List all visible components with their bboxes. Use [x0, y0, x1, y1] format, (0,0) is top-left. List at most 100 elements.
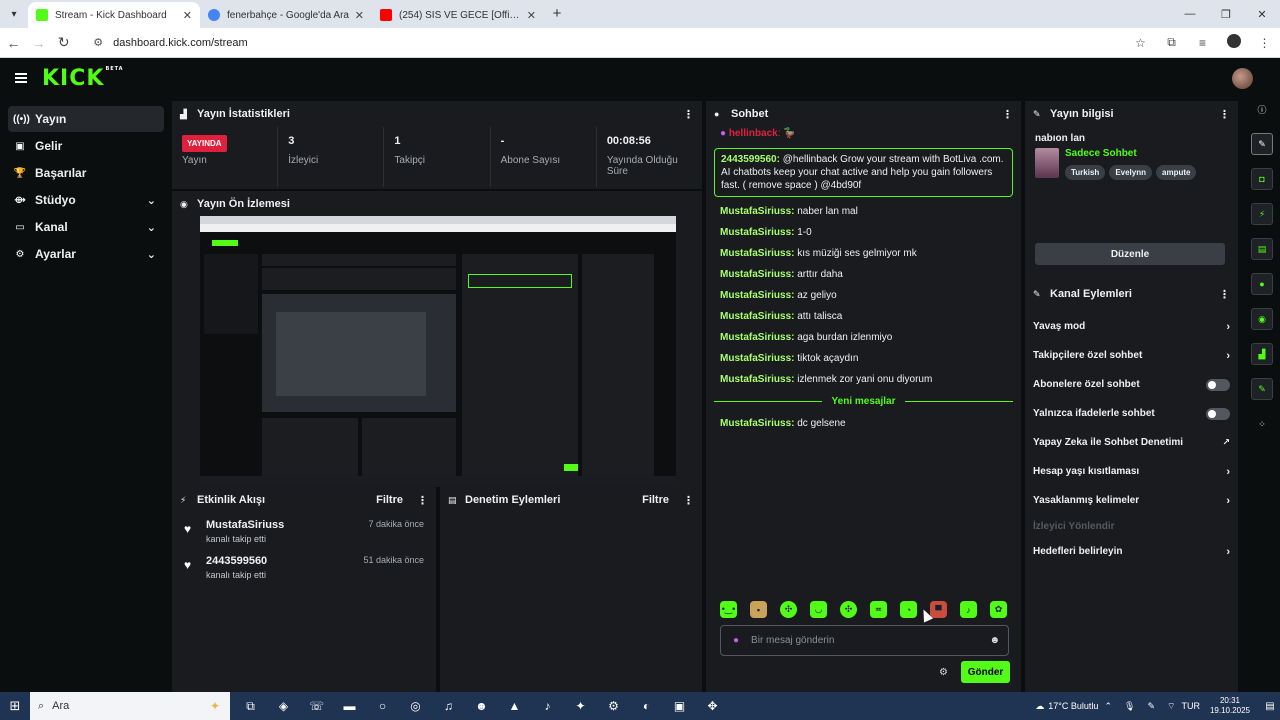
- kebab-menu-icon[interactable]: ⋮: [683, 108, 694, 121]
- browser-tab-kick[interactable]: Stream - Kick Dashboard ✕: [28, 2, 200, 28]
- file-explorer-icon[interactable]: ▬: [333, 699, 366, 714]
- preview-toggle-icon[interactable]: ◘: [1251, 168, 1273, 190]
- browser-menu-icon[interactable]: ⋮: [1249, 36, 1280, 50]
- sidebar-item-studyo[interactable]: ⟴ Stüdyo ⌄: [8, 187, 164, 213]
- followers-only-item[interactable]: Takipçilere özel sohbet ›: [1025, 341, 1238, 370]
- browser-tab-google[interactable]: fenerbahçe - Google'da Ara ✕: [200, 2, 372, 28]
- account-age-item[interactable]: Hesap yaşı kısıtlaması ›: [1025, 457, 1238, 486]
- forward-icon[interactable]: →: [27, 35, 50, 51]
- restore-icon[interactable]: ❐: [1208, 8, 1244, 21]
- emote-icon[interactable]: ✣: [840, 601, 857, 618]
- new-messages-divider[interactable]: Yeni mesajlar: [714, 396, 1013, 407]
- broadcast-toggle-icon[interactable]: ◉: [1251, 308, 1273, 330]
- emote-icon[interactable]: ◔: [900, 601, 917, 618]
- sidebar-item-kanal[interactable]: ▭ Kanal ⌄: [8, 214, 164, 240]
- filter-button[interactable]: Filtre: [376, 494, 403, 506]
- category-link[interactable]: Sadece Sohbet: [1065, 148, 1196, 159]
- reload-icon[interactable]: ↻: [52, 34, 75, 51]
- weather-text[interactable]: Bulutlu: [1071, 701, 1099, 711]
- info-icon[interactable]: ⓘ: [1251, 98, 1273, 120]
- steam-icon[interactable]: ⚙: [597, 699, 630, 714]
- emote-icon[interactable]: ◡: [810, 601, 827, 618]
- copilot-icon[interactable]: ◈: [267, 699, 300, 714]
- twitter-icon[interactable]: ✦: [564, 699, 597, 714]
- profile-avatar[interactable]: [1218, 34, 1249, 51]
- edit-layout-icon[interactable]: ✎: [1251, 133, 1273, 155]
- address-bar[interactable]: ⚙ dashboard.kick.com/stream: [85, 30, 1125, 55]
- sidebar-item-ayarlar[interactable]: ⚙ Ayarlar ⌄: [8, 241, 164, 267]
- bookmark-star-icon[interactable]: ☆: [1125, 36, 1156, 50]
- emote-icon[interactable]: ▀: [930, 601, 947, 618]
- stats-toggle-icon[interactable]: ▟: [1251, 343, 1273, 365]
- windows-start-icon[interactable]: ⊞: [0, 698, 30, 714]
- kebab-menu-icon[interactable]: ⋮: [683, 494, 694, 507]
- user-avatar[interactable]: [1232, 68, 1253, 89]
- whatsapp-icon[interactable]: ☏: [300, 699, 333, 714]
- task-view-icon[interactable]: ⧉: [234, 699, 267, 714]
- kebab-menu-icon[interactable]: ⋮: [1219, 288, 1230, 301]
- extensions-icon[interactable]: ⧉: [1156, 35, 1187, 50]
- close-tab-icon[interactable]: ✕: [355, 9, 364, 22]
- kebab-menu-icon[interactable]: ⋮: [1219, 108, 1230, 121]
- obs-icon[interactable]: ◐: [630, 699, 663, 714]
- app-icon[interactable]: ✥: [696, 699, 729, 714]
- close-tab-icon[interactable]: ✕: [183, 9, 192, 22]
- music-icon[interactable]: ♪: [531, 699, 564, 714]
- wifi-icon[interactable]: ⌔: [1167, 701, 1175, 712]
- emote-icon[interactable]: ✣: [780, 601, 797, 618]
- tools-toggle-icon[interactable]: ✎: [1251, 378, 1273, 400]
- banned-words-item[interactable]: Yasaklanmış kelimeler ›: [1025, 486, 1238, 515]
- chat-username[interactable]: hellinback: [729, 128, 778, 139]
- sidebar-item-basarilar[interactable]: 🏆 Başarılar: [8, 160, 164, 186]
- close-window-icon[interactable]: ✕: [1244, 8, 1280, 21]
- notification-icon[interactable]: ▤: [1260, 701, 1280, 712]
- subscribers-only-toggle[interactable]: [1206, 378, 1230, 391]
- ai-moderation-item[interactable]: Yapay Zeka ile Sohbet Denetimi ↗: [1025, 428, 1238, 457]
- emotes-only-toggle[interactable]: [1206, 407, 1230, 420]
- sidebar-item-yayin[interactable]: ((•)) Yayın: [8, 106, 164, 132]
- taskbar-search[interactable]: ⌕ Ara ✦: [30, 692, 230, 720]
- emote-icon[interactable]: •‿•: [720, 601, 737, 618]
- opera-icon[interactable]: ○: [366, 699, 399, 714]
- chat-settings-icon[interactable]: ⚙: [939, 667, 948, 678]
- kick-logo[interactable]: KICKBETA: [42, 66, 124, 91]
- browser-tab-youtube[interactable]: (254) SİS VE GECE [Official Vide ✕: [372, 2, 544, 28]
- site-info-icon[interactable]: ⚙: [93, 36, 103, 49]
- activity-toggle-icon[interactable]: ⚡: [1251, 203, 1273, 225]
- tab-search-dropdown[interactable]: ▾: [2, 2, 26, 26]
- menu-icon[interactable]: [15, 73, 27, 83]
- slow-mode-item[interactable]: Yavaş mod ›: [1025, 312, 1238, 341]
- spotify-icon[interactable]: ♫: [432, 699, 465, 714]
- minimize-icon[interactable]: —: [1172, 8, 1208, 20]
- edit-stream-button[interactable]: Düzenle: [1035, 243, 1225, 265]
- discord-icon[interactable]: ☻: [465, 699, 498, 714]
- sidebar-item-gelir[interactable]: ▣ Gelir: [8, 133, 164, 159]
- kebab-menu-icon[interactable]: ⋮: [1002, 108, 1013, 121]
- chrome-icon[interactable]: ◎: [399, 699, 432, 714]
- goals-item[interactable]: Hedefleri belirleyin ›: [1025, 537, 1238, 566]
- tray-arrow-icon[interactable]: ⌃: [1104, 701, 1112, 712]
- moderation-toggle-icon[interactable]: ▤: [1251, 238, 1273, 260]
- reading-list-icon[interactable]: ≡: [1187, 36, 1218, 50]
- clock[interactable]: 20:31 19.10.2025: [1210, 696, 1250, 716]
- close-tab-icon[interactable]: ✕: [527, 9, 536, 22]
- new-tab-button[interactable]: +: [544, 2, 570, 28]
- emoji-picker-icon[interactable]: ☻: [989, 635, 1000, 646]
- remote-desktop-icon[interactable]: ▣: [663, 699, 696, 714]
- android-studio-icon[interactable]: ▲: [498, 699, 531, 714]
- kebab-menu-icon[interactable]: ⋮: [417, 494, 428, 507]
- chat-message-input[interactable]: ● Bir mesaj gönderin ☻: [720, 625, 1009, 656]
- chat-username[interactable]: 2443599560:: [721, 154, 780, 165]
- mic-tray-icon[interactable]: 🎙: [1124, 701, 1135, 712]
- stream-preview-video[interactable]: [200, 216, 676, 484]
- send-button[interactable]: Gönder: [961, 661, 1010, 683]
- back-icon[interactable]: ←: [2, 35, 25, 51]
- language-indicator[interactable]: TUR: [1181, 701, 1200, 711]
- filter-button[interactable]: Filtre: [642, 494, 669, 506]
- add-widget-icon[interactable]: ⁘: [1251, 413, 1273, 435]
- pen-icon[interactable]: ✎: [1147, 701, 1155, 712]
- emote-icon[interactable]: ▪: [750, 601, 767, 618]
- emote-icon[interactable]: ≖: [870, 601, 887, 618]
- weather-temp[interactable]: 17°C: [1048, 701, 1068, 711]
- emote-icon[interactable]: ♪: [960, 601, 977, 618]
